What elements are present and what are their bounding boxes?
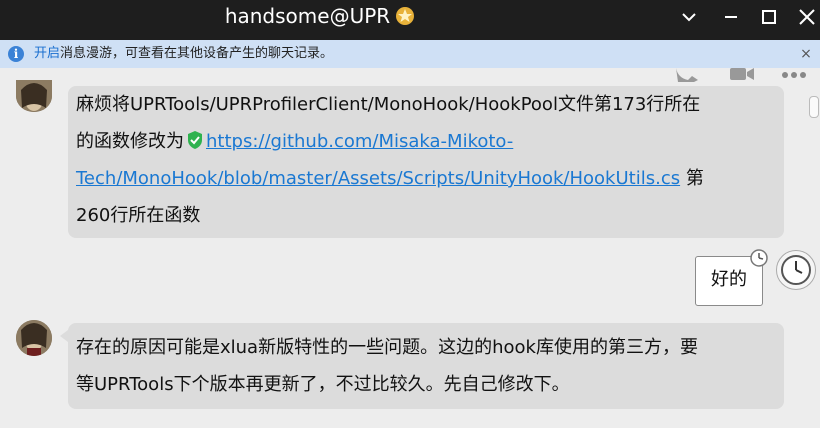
star-badge-icon <box>396 7 415 25</box>
safe-link-shield-icon <box>188 131 202 149</box>
phone-icon[interactable] <box>672 68 700 82</box>
message-bubble[interactable]: 存在的原因可能是xlua新版特性的一些问题。这边的hook库使用的第三方，要 等… <box>68 323 784 409</box>
avatar-image <box>16 80 52 112</box>
notice-text: 开启消息漫游，可查看在其他设备产生的聊天记录。 <box>34 40 333 68</box>
message-text: 的函数修改为 <box>76 131 184 152</box>
notice-message: 消息漫游，可查看在其他设备产生的聊天记录。 <box>60 46 334 61</box>
video-call-icon[interactable] <box>728 68 756 82</box>
message-bubble[interactable]: 麻烦将UPRTools/UPRProfilerClient/MonoHook/H… <box>68 86 784 238</box>
avatar-image <box>16 320 52 356</box>
window-title: handsome@UPR <box>0 0 640 34</box>
scrollbar-thumb[interactable] <box>809 96 819 118</box>
message-line: 存在的原因可能是xlua新版特性的一些问题。这边的hook库使用的第三方，要 <box>76 337 698 358</box>
message-text: 第 <box>680 168 704 189</box>
chat-area[interactable]: 麻烦将UPRTools/UPRProfilerClient/MonoHook/H… <box>0 68 820 428</box>
close-icon[interactable] <box>796 6 818 28</box>
sender-avatar[interactable] <box>16 80 52 112</box>
enable-roaming-link[interactable]: 开启 <box>34 46 60 61</box>
message-line: 260行所在函数 <box>76 205 201 226</box>
github-link-continued[interactable]: Tech/MonoHook/blob/master/Assets/Scripts… <box>76 168 680 189</box>
self-avatar[interactable] <box>776 250 816 290</box>
message-line: 麻烦将UPRTools/UPRProfilerClient/MonoHook/H… <box>76 94 701 115</box>
minimize-icon[interactable] <box>720 6 742 28</box>
message-text: 好的 <box>711 269 747 290</box>
chevron-down-icon[interactable] <box>678 6 700 28</box>
more-icon[interactable] <box>780 70 808 80</box>
message-line: 等UPRTools下个版本再更新了，不过比较久。先自己修改下。 <box>76 374 570 395</box>
title-bar: handsome@UPR <box>0 0 820 40</box>
contact-name: handsome@UPR <box>224 4 391 28</box>
bubble-tail <box>60 330 68 342</box>
notice-close-icon[interactable]: × <box>798 40 814 68</box>
maximize-icon[interactable] <box>758 6 780 28</box>
sender-avatar[interactable] <box>16 320 52 356</box>
roaming-notice-bar: i 开启消息漫游，可查看在其他设备产生的聊天记录。 × <box>0 40 820 68</box>
clock-sticker-icon <box>750 249 768 267</box>
github-link[interactable]: https://github.com/Misaka-Mikoto- <box>206 131 513 152</box>
message-line: 的函数修改为 https://github.com/Misaka-Mikoto- <box>76 123 776 160</box>
message-line: Tech/MonoHook/blob/master/Assets/Scripts… <box>76 160 776 197</box>
info-icon: i <box>8 46 24 62</box>
clock-avatar-icon <box>781 255 811 285</box>
